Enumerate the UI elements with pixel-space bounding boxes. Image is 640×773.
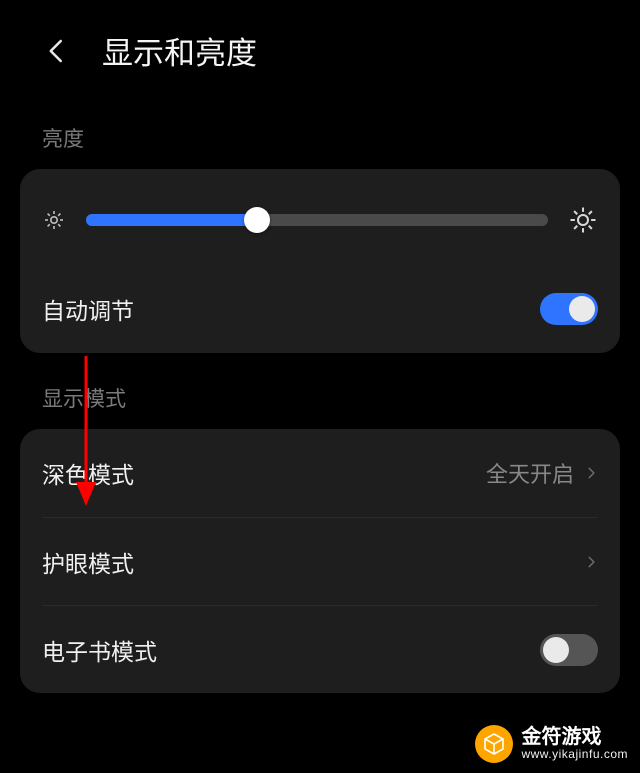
watermark-logo-icon: [475, 725, 513, 763]
brightness-slider[interactable]: [86, 214, 548, 226]
dark-mode-row[interactable]: 深色模式 全天开启: [42, 429, 598, 517]
watermark-title: 金符游戏: [521, 726, 628, 748]
auto-brightness-toggle[interactable]: [540, 293, 598, 325]
back-icon[interactable]: [42, 36, 72, 66]
brightness-slider-row: [42, 199, 598, 265]
watermark: 金符游戏 www.yikajinfu.com: [467, 721, 636, 767]
brightness-high-icon: [568, 205, 598, 235]
brightness-low-icon: [42, 208, 66, 232]
section-label-display-mode: 显示模式: [0, 353, 640, 429]
chevron-right-icon: [584, 462, 598, 484]
dark-mode-value: 全天开启: [486, 457, 574, 489]
page-title: 显示和亮度: [102, 28, 257, 73]
brightness-card: 自动调节: [20, 169, 620, 353]
section-label-brightness: 亮度: [0, 93, 640, 169]
chevron-right-icon: [584, 551, 598, 573]
auto-brightness-label: 自动调节: [42, 292, 134, 326]
auto-brightness-row: 自动调节: [42, 265, 598, 353]
eye-care-label: 护眼模式: [42, 545, 134, 579]
dark-mode-label: 深色模式: [42, 456, 134, 490]
ebook-mode-toggle[interactable]: [540, 634, 598, 666]
ebook-mode-label: 电子书模式: [42, 633, 157, 667]
display-mode-card: 深色模式 全天开启 护眼模式 电子书模式: [20, 429, 620, 693]
slider-thumb[interactable]: [244, 207, 270, 233]
ebook-mode-row: 电子书模式: [42, 605, 598, 693]
watermark-url: www.yikajinfu.com: [521, 748, 628, 761]
eye-care-row[interactable]: 护眼模式: [42, 517, 598, 605]
